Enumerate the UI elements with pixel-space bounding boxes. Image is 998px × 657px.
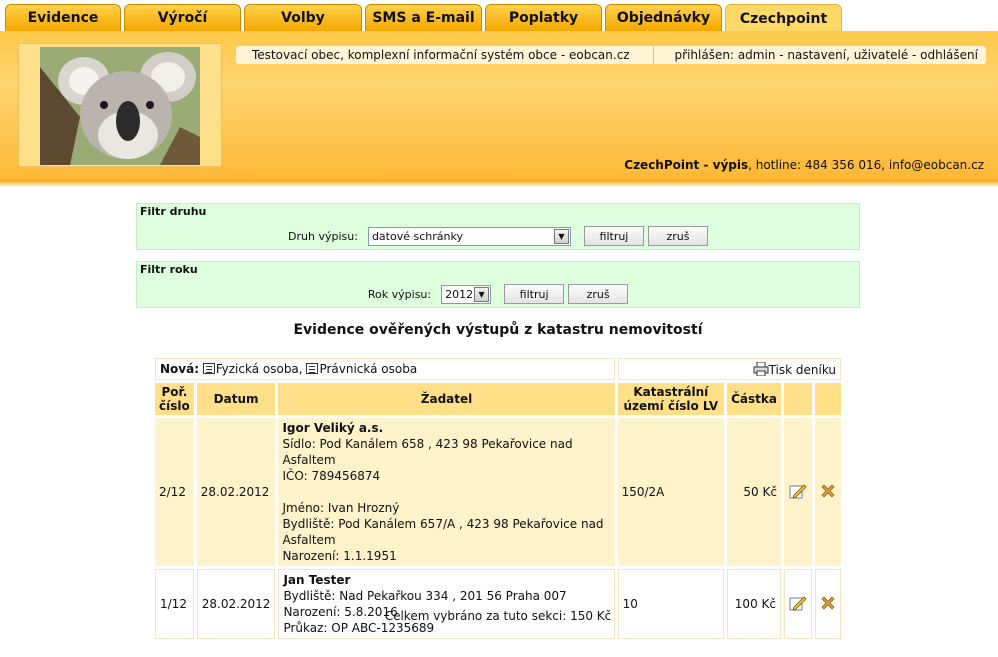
filter-year-panel: Filtr roku Rok výpisu: 2012 ▼ filtruj zr… bbox=[136, 261, 860, 308]
delete-cell bbox=[814, 569, 841, 639]
filter-year-cancel-button[interactable]: zruš bbox=[568, 284, 629, 304]
user-links[interactable]: přihlášen: admin - nastavení, uživatelé … bbox=[654, 48, 986, 62]
info-bar: Testovací obec, komplexní informační sys… bbox=[236, 46, 986, 64]
header-bottom-fade bbox=[0, 180, 998, 187]
col-delete bbox=[814, 383, 841, 415]
tab-evidence[interactable]: Evidence bbox=[5, 4, 121, 31]
applicant-line: Bydliště: Nad Pekařkou 334 , 201 56 Prah… bbox=[283, 589, 567, 603]
row-amount: 50 Kč bbox=[727, 418, 781, 566]
document-icon bbox=[202, 363, 215, 374]
tab-vyroci[interactable]: Výročí bbox=[124, 4, 241, 31]
row-order: 2/12 bbox=[155, 418, 194, 566]
col-applicant: Žadatel bbox=[278, 383, 615, 415]
filter-type-selected: datové schránky bbox=[371, 229, 463, 243]
chevron-down-icon[interactable]: ▼ bbox=[553, 228, 569, 244]
row-order: 1/12 bbox=[155, 569, 194, 639]
edit-icon[interactable] bbox=[789, 483, 807, 499]
table-row: 1/12 28.02.2012 Jan Tester Bydliště: Nad… bbox=[155, 569, 841, 639]
filter-type-row: Druh výpisu: datové schránky ▼ filtruj z… bbox=[137, 226, 859, 246]
col-date: Datum bbox=[196, 383, 276, 415]
filter-type-select[interactable]: datové schránky ▼ bbox=[367, 226, 571, 246]
applicant-line: Narození: 1.1.1951 bbox=[282, 549, 397, 563]
document-icon bbox=[306, 363, 319, 374]
printer-icon[interactable] bbox=[753, 361, 769, 376]
filter-year-row: Rok výpisu: 2012 ▼ filtruj zruš bbox=[137, 284, 859, 304]
delete-icon[interactable] bbox=[820, 483, 836, 499]
filter-type-title: Filtr druhu bbox=[140, 205, 207, 218]
row-applicant: Igor Veliký a.s. Sídlo: Pod Kanálem 658 … bbox=[278, 418, 615, 566]
site-description: Testovací obec, komplexní informační sys… bbox=[236, 46, 654, 64]
page-header: Testovací obec, komplexní informační sys… bbox=[0, 31, 998, 181]
filter-type-cancel-button[interactable]: zruš bbox=[647, 226, 708, 246]
edit-cell bbox=[783, 569, 812, 639]
filter-year-selected: 2012 bbox=[445, 287, 474, 301]
filter-year-select[interactable]: 2012 ▼ bbox=[441, 284, 492, 304]
tab-poplatky[interactable]: Poplatky bbox=[485, 4, 602, 31]
filter-type-panel: Filtr druhu Druh výpisu: datové schránky… bbox=[136, 203, 860, 250]
filter-year-label: Rok výpisu: bbox=[367, 287, 432, 301]
header-photo-frame bbox=[18, 43, 222, 167]
applicant-name: Jan Tester bbox=[283, 573, 351, 587]
filter-type-label: Druh výpisu: bbox=[288, 229, 358, 243]
koala-image bbox=[40, 47, 200, 165]
koala-photo bbox=[40, 47, 200, 165]
records-table: Nová: Fyzická osoba, Právnická osoba Tis… bbox=[152, 355, 844, 642]
new-label: Nová: bbox=[160, 362, 200, 376]
filter-type-apply-button[interactable]: filtruj bbox=[583, 226, 644, 246]
col-cadastre: Katastrální území číslo LV bbox=[617, 383, 725, 415]
module-name: CzechPoint - výpis bbox=[624, 158, 749, 172]
edit-cell bbox=[783, 418, 812, 566]
col-edit bbox=[783, 383, 812, 415]
filter-year-title: Filtr roku bbox=[140, 263, 198, 276]
row-cadastre: 10 bbox=[617, 569, 725, 639]
filter-year-apply-button[interactable]: filtruj bbox=[504, 284, 565, 304]
applicant-line: Průkaz: OP ABC-1235689 bbox=[283, 621, 435, 635]
applicant-name: Igor Veliký a.s. bbox=[282, 421, 384, 435]
col-order: Poř. číslo bbox=[155, 383, 194, 415]
chevron-down-icon[interactable]: ▼ bbox=[474, 286, 490, 302]
print-cell: Tisk deníku bbox=[617, 358, 841, 380]
tab-czechpoint[interactable]: Czechpoint bbox=[725, 4, 842, 32]
tab-objednavky[interactable]: Objednávky bbox=[605, 4, 722, 31]
hotline-info: CzechPoint - výpis, hotline: 484 356 016… bbox=[624, 158, 984, 172]
new-company-link[interactable]: Právnická osoba bbox=[319, 362, 417, 376]
row-date: 28.02.2012 bbox=[196, 418, 276, 566]
main-tabs: Evidence Výročí Volby SMS a E-mail Popla… bbox=[0, 0, 998, 32]
row-applicant: Jan Tester Bydliště: Nad Pekařkou 334 , … bbox=[278, 569, 615, 639]
row-amount: 100 Kč bbox=[727, 569, 781, 639]
applicant-line: Sídlo: Pod Kanálem 658 , 423 98 Pekařovi… bbox=[282, 437, 573, 467]
delete-cell bbox=[814, 418, 841, 566]
new-person-link[interactable]: Fyzická osoba, bbox=[216, 362, 303, 376]
hotline-text: , hotline: 484 356 016, info@eobcan.cz bbox=[748, 158, 984, 172]
table-header: Poř. číslo Datum Žadatel Katastrální úze… bbox=[155, 383, 841, 415]
section-total: Celkem vybráno za tuto sekci: 150 Kč bbox=[384, 609, 612, 623]
tab-volby[interactable]: Volby bbox=[244, 4, 362, 31]
table-row: 2/12 28.02.2012 Igor Veliký a.s. Sídlo: … bbox=[155, 418, 841, 566]
applicant-line: Bydliště: Pod Kanálem 657/A , 423 98 Pek… bbox=[282, 517, 604, 547]
new-record-links: Nová: Fyzická osoba, Právnická osoba bbox=[155, 358, 615, 380]
col-amount: Částka bbox=[727, 383, 781, 415]
applicant-line: Jméno: Ivan Hrozný bbox=[282, 501, 400, 515]
applicant-line: IČO: 789456874 bbox=[282, 469, 381, 483]
new-record-row: Nová: Fyzická osoba, Právnická osoba Tis… bbox=[155, 358, 841, 380]
print-journal-link[interactable]: Tisk deníku bbox=[769, 363, 836, 377]
row-cadastre: 150/2A bbox=[617, 418, 725, 566]
tab-sms-email[interactable]: SMS a E-mail bbox=[365, 4, 482, 31]
row-date: 28.02.2012 bbox=[196, 569, 276, 639]
page-title: Evidence ověřených výstupů z katastru ne… bbox=[293, 322, 703, 338]
